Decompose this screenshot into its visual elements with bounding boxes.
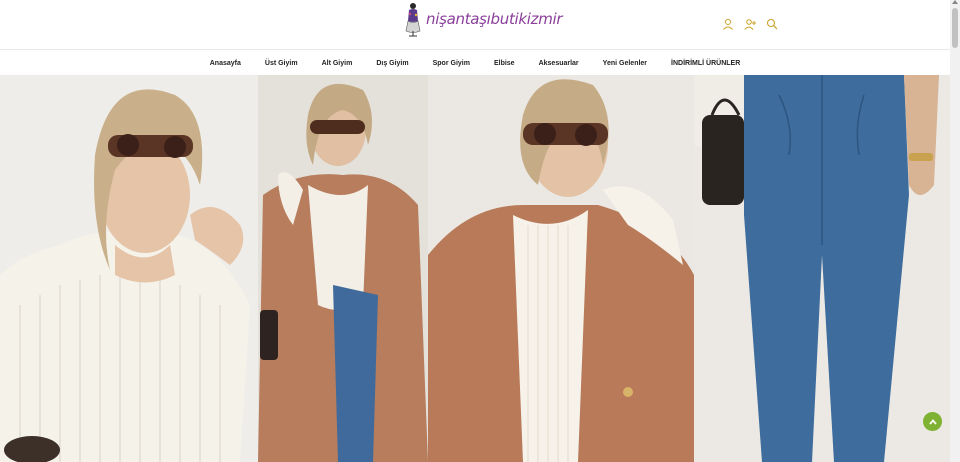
chevron-up-icon [928,418,937,425]
site-logo[interactable]: nişantaşıbutikizmir [402,0,563,38]
mannequin-logo-icon [405,3,421,37]
nav-item-alt-giyim[interactable]: Alt Giyim [322,60,353,67]
nav-item-ust-giyim[interactable]: Üst Giyim [265,60,298,67]
hero-image-jeans [694,75,950,462]
hero-image-camel-coat [258,75,428,462]
scroll-up-arrow-icon[interactable] [952,0,958,4]
nav-item-elbise[interactable]: Elbise [494,60,515,67]
scroll-thumb[interactable] [952,8,958,48]
nav-item-aksesuarlar[interactable]: Aksesuarlar [539,60,579,67]
main-nav: Anasayfa Üst Giyim Alt Giyim Dış Giyim S… [0,51,950,75]
hero-image-sweater [0,75,258,462]
nav-item-spor-giyim[interactable]: Spor Giyim [433,60,470,67]
add-user-icon[interactable] [744,18,756,30]
nav-item-yeni-gelenler[interactable]: Yeni Gelenler [603,60,647,67]
search-icon[interactable] [766,18,778,30]
logo-text: nişantaşıbutikizmir [426,10,563,28]
nav-item-dis-giyim[interactable]: Dış Giyim [376,60,408,67]
hero-banner[interactable] [0,75,950,462]
header-icons [722,18,778,30]
back-to-top-button[interactable] [923,412,942,431]
nav-item-anasayfa[interactable]: Anasayfa [210,60,241,67]
hero-image-coat-closeup [428,75,694,462]
user-icon[interactable] [722,18,734,30]
site-header: nişantaşıbutikizmir [0,0,950,50]
nav-item-indirimli-urunler[interactable]: İNDİRİMLİ ÜRÜNLER [671,60,740,67]
page-scrollbar[interactable] [950,0,960,462]
